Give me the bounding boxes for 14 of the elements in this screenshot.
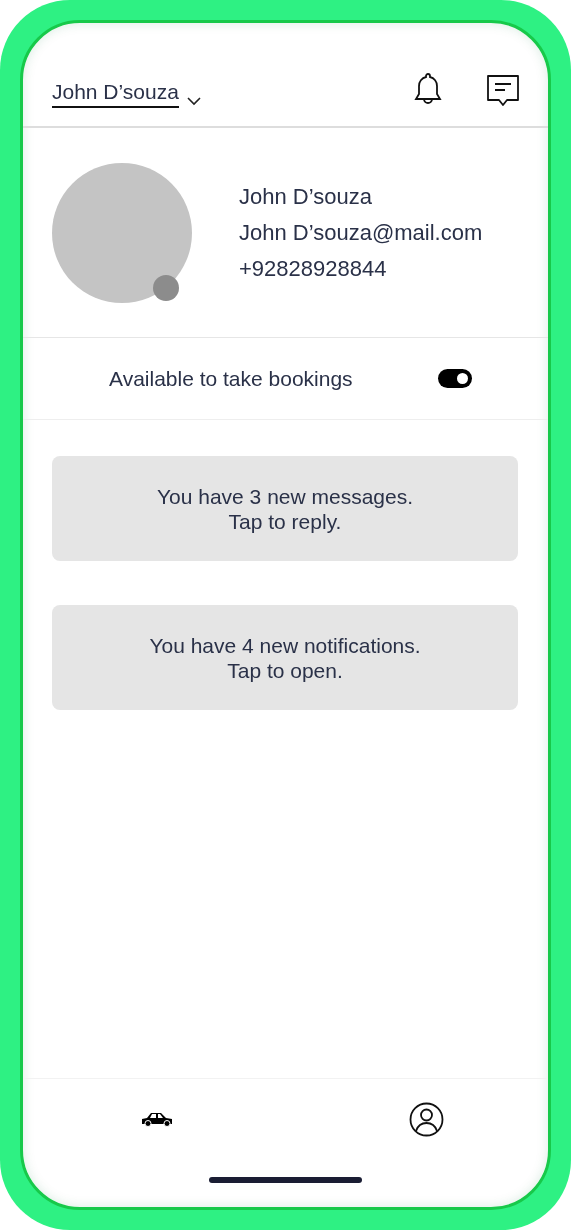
notice-card[interactable]: You have 3 new messages. Tap to reply. <box>52 456 518 561</box>
account-name[interactable]: John D’souza <box>52 80 179 108</box>
availability-toggle[interactable] <box>438 369 472 388</box>
profile-name: John D’souza <box>239 183 373 210</box>
chat-message-icon[interactable] <box>486 74 520 108</box>
availability-label: Available to take bookings <box>109 366 353 391</box>
status-dot <box>153 274 179 301</box>
notice-card[interactable]: You have 4 new notifications. Tap to open. <box>52 605 518 710</box>
profile-email: John D’souza@mail.com <box>239 219 483 246</box>
car-icon[interactable] <box>140 1111 174 1127</box>
user-profile-icon[interactable] <box>409 1101 444 1137</box>
profile-phone: +92828928844 <box>239 255 388 282</box>
chevron-down-icon[interactable] <box>186 97 201 106</box>
bell-icon[interactable] <box>414 72 442 106</box>
